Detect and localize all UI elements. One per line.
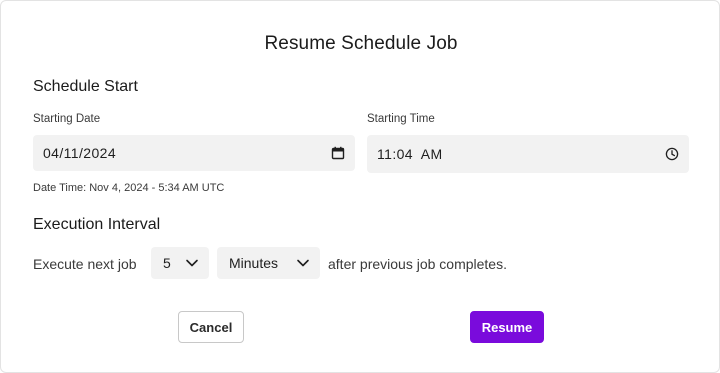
starting-time-input[interactable]: 11:04 AM xyxy=(367,135,689,173)
resume-button[interactable]: Resume xyxy=(470,311,544,343)
interval-count-value: 5 xyxy=(163,255,171,271)
execution-interval-heading: Execution Interval xyxy=(33,216,161,233)
execute-next-job-text: Execute next job xyxy=(33,256,137,272)
resume-schedule-dialog: Resume Schedule Job Schedule Start Start… xyxy=(0,0,720,373)
after-previous-job-text: after previous job completes. xyxy=(328,256,507,272)
calendar-icon[interactable] xyxy=(331,146,345,160)
starting-time-label: Starting Time xyxy=(367,113,435,125)
interval-unit-value: Minutes xyxy=(229,255,279,271)
clock-icon[interactable] xyxy=(665,147,679,161)
starting-date-input[interactable]: 04/11/2024 xyxy=(33,135,355,171)
schedule-start-heading: Schedule Start xyxy=(33,78,138,95)
chevron-down-icon xyxy=(185,256,199,270)
starting-date-value: 04/11/2024 xyxy=(43,145,117,161)
starting-time-value: 11:04 AM xyxy=(377,146,443,162)
starting-date-label: Starting Date xyxy=(33,113,101,125)
chevron-down-icon xyxy=(296,256,310,270)
cancel-button[interactable]: Cancel xyxy=(178,311,244,343)
interval-unit-select[interactable]: Minutes xyxy=(217,247,320,279)
interval-count-select[interactable]: 5 xyxy=(151,247,209,279)
utc-datetime-helper: Date Time: Nov 4, 2024 - 5:34 AM UTC xyxy=(33,182,225,194)
dialog-title: Resume Schedule Job xyxy=(264,33,458,54)
